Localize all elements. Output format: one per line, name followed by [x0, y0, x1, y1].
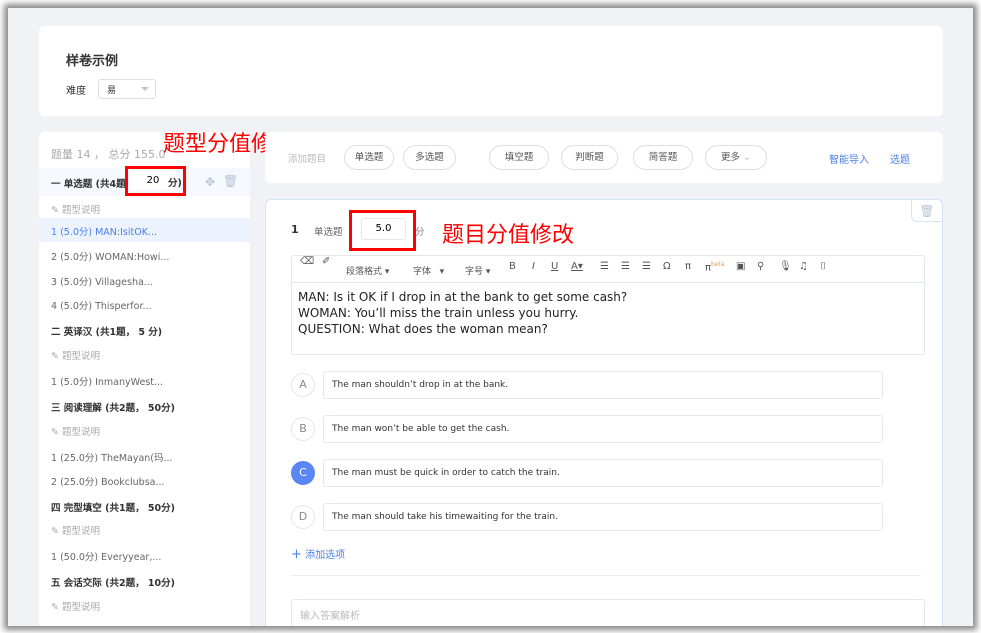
stem-line: QUESTION: What does the woman mean? [298, 322, 548, 336]
annotation-question-score: 题目分值修改 [442, 223, 575, 248]
align-center-icon[interactable]: ☰ [621, 261, 630, 272]
divider [291, 282, 925, 283]
list-item[interactable]: 2 (25.0分) Bookclubsa... [39, 468, 250, 494]
plus-icon: + [291, 547, 302, 562]
page-title: 样卷示例 [66, 54, 119, 69]
font-dropdown[interactable]: 字体 ▾ [413, 264, 444, 277]
move-icon[interactable]: ✥ [205, 175, 215, 189]
pick-question-link[interactable]: 选题 [890, 151, 910, 166]
add-multi-choice-button[interactable]: 多选题 [403, 145, 456, 170]
question-score-unit: 分 [415, 227, 425, 238]
list-item[interactable]: 1 (25.0分) TheMayan(玛... [39, 444, 250, 470]
image-icon[interactable]: ▣ [736, 261, 745, 272]
list-item[interactable]: 1 (50.0分) Everyyear,... [39, 543, 250, 569]
difficulty-value: 易 [107, 86, 117, 96]
stem-line: WOMAN: You’ll miss the train unless you … [298, 306, 579, 320]
list-item[interactable]: 1 (5.0分) InmanyWest... [39, 368, 250, 394]
delete-question-button[interactable]: 🗑 [911, 200, 942, 222]
difficulty-label: 难度 [66, 86, 86, 97]
music-icon[interactable]: ♫ [799, 261, 808, 272]
question-stem[interactable]: MAN: Is it OK if I drop in at the bank t… [298, 289, 627, 337]
section-desc[interactable]: ✎ 题型说明 [39, 517, 250, 543]
annotation-box [125, 166, 186, 196]
section-desc[interactable]: ✎ 题型说明 [39, 342, 250, 368]
omega-icon[interactable]: Ω [663, 261, 671, 272]
attachment-icon[interactable]: ⚲ [757, 261, 764, 272]
section-desc[interactable]: ✎ 题型说明 [39, 593, 250, 619]
option-a-input[interactable]: The man shouldn’t drop in at the bank. [323, 371, 883, 399]
trash-icon[interactable]: 🗑 [223, 174, 238, 188]
add-single-choice-button[interactable]: 单选题 [344, 145, 394, 170]
header-card [39, 26, 943, 116]
paragraph-format-dropdown[interactable]: 段落格式 ▾ [346, 264, 389, 277]
option-d-input[interactable]: The man should take his timewaiting for … [323, 503, 883, 531]
list-item[interactable]: 4 (5.0分) Thisperfor... [39, 292, 250, 318]
list-item[interactable]: 1 (5.0分) MAN:IsitOK... [39, 218, 250, 242]
difficulty-select[interactable]: 易 [98, 79, 156, 99]
divider [291, 575, 921, 576]
list-item[interactable]: 3 (5.0分) Villagesha... [39, 268, 250, 294]
underline-icon[interactable]: U [551, 261, 558, 272]
add-option-button[interactable]: + 添加选项 [291, 546, 345, 562]
add-true-false-button[interactable]: 判断题 [561, 145, 618, 170]
font-color-icon[interactable]: A▾ [571, 261, 583, 272]
camera-icon[interactable]: ⌷ [820, 261, 826, 272]
question-type: 单选题 [314, 227, 343, 238]
option-c-input[interactable]: The man must be quick in order to catch … [323, 459, 883, 487]
chevron-down-icon [141, 87, 149, 95]
section-desc[interactable]: ✎ 题型说明 [39, 418, 250, 444]
app-window: 样卷示例 难度 易 题量 14 ， 总分 155.0 一 单选题 (共4题 20… [8, 8, 973, 626]
section-header[interactable]: 五 会话交际 (共2题， 10分) [39, 569, 250, 595]
align-right-icon[interactable]: ☰ [642, 261, 651, 272]
eraser-icon[interactable]: ⌫ [300, 256, 314, 267]
analysis-input[interactable]: 输入答案解析 [291, 599, 925, 626]
align-left-icon[interactable]: ☰ [600, 261, 609, 272]
summary: 题量 14 ， 总分 155.0 [51, 148, 166, 161]
font-size-dropdown[interactable]: 字号 ▾ [465, 264, 490, 277]
stem-line: MAN: Is it OK if I drop in at the bank t… [298, 290, 628, 304]
italic-icon[interactable]: I [532, 261, 535, 272]
option-b-input[interactable]: The man won’t be able to get the cash. [323, 415, 883, 443]
format-brush-icon[interactable]: ✐ [322, 256, 330, 267]
option-c-radio[interactable]: C [291, 461, 315, 485]
option-a-radio[interactable]: A [291, 373, 315, 397]
bold-icon[interactable]: B [509, 261, 516, 272]
add-question-label: 添加题目 [288, 154, 327, 165]
option-d-radio[interactable]: D [291, 505, 315, 529]
microphone-icon[interactable]: 🎙 [779, 261, 792, 272]
section-header[interactable]: 二 英译汉 (共1题， 5 分) [39, 318, 250, 344]
pi-icon[interactable]: π [685, 261, 691, 272]
option-b-radio[interactable]: B [291, 417, 315, 441]
section-header[interactable]: 三 阅读理解 (共2题， 50分) [39, 394, 250, 420]
add-short-answer-button[interactable]: 简答题 [633, 145, 693, 170]
annotation-box [349, 210, 416, 251]
add-fill-blank-button[interactable]: 填空题 [489, 145, 549, 170]
question-number: 1 [291, 223, 299, 236]
more-types-button[interactable]: 更多 ⌄ [705, 145, 767, 170]
pi-beta-icon[interactable]: πbeta [705, 261, 725, 273]
smart-import-link[interactable]: 智能导入 [829, 151, 869, 166]
list-item[interactable]: 2 (5.0分) WOMAN:Howi... [39, 243, 250, 269]
